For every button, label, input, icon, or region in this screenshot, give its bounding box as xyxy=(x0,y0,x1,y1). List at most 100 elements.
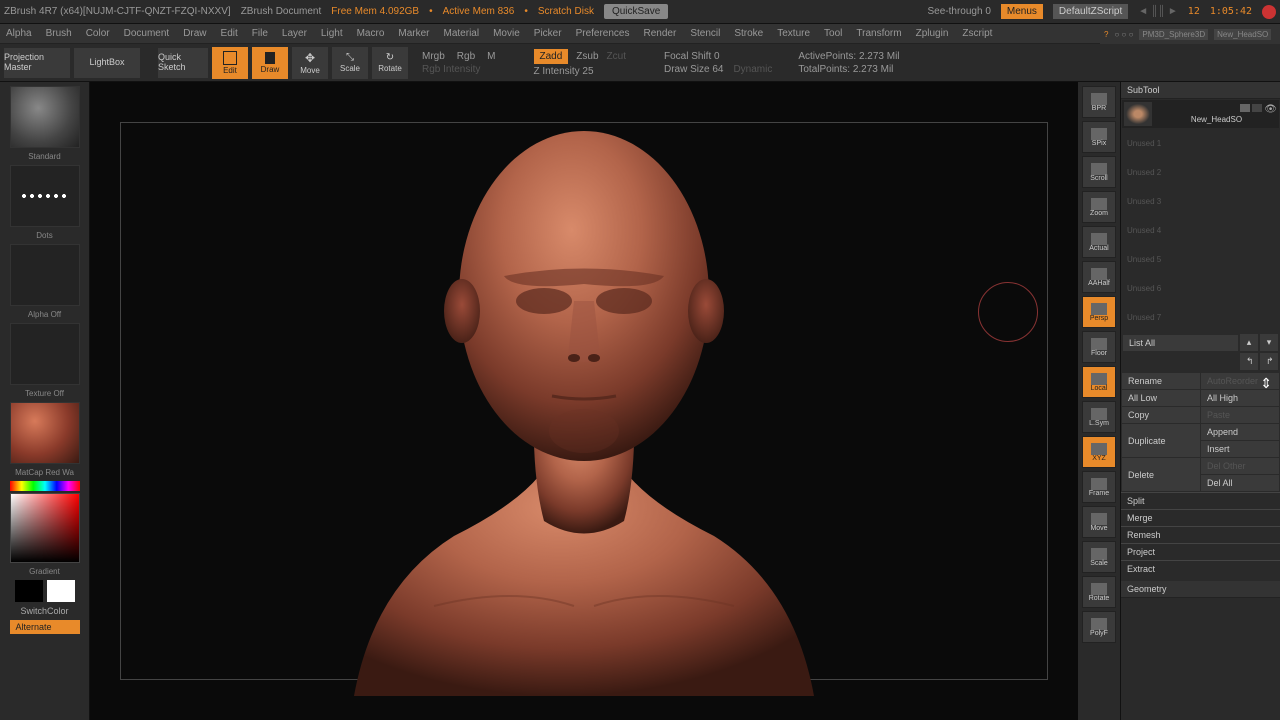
menu-picker[interactable]: Picker xyxy=(534,28,562,39)
menu-document[interactable]: Document xyxy=(124,28,170,39)
rotate-button[interactable]: Rotate xyxy=(1082,576,1116,608)
persp-button[interactable]: Persp xyxy=(1082,296,1116,328)
subtool-unused[interactable]: Unused 2 xyxy=(1121,158,1280,187)
copy-button[interactable]: Copy xyxy=(1122,407,1200,423)
subtool-unused[interactable]: Unused 1 xyxy=(1121,129,1280,158)
z-intensity-slider[interactable]: Z Intensity 25 xyxy=(534,66,626,77)
list-all-button[interactable]: List All xyxy=(1123,335,1238,351)
tool-tab-head[interactable]: New_HeadSO xyxy=(1214,29,1271,40)
extract-section[interactable]: Extract xyxy=(1121,560,1280,577)
sculpt-mesh[interactable] xyxy=(274,106,894,696)
texture-selector[interactable] xyxy=(10,323,80,385)
rgb-intensity[interactable]: Rgb Intensity xyxy=(422,64,496,75)
subtool-unused[interactable]: Unused 4 xyxy=(1121,216,1280,245)
menu-marker[interactable]: Marker xyxy=(398,28,429,39)
menu-preferences[interactable]: Preferences xyxy=(576,28,630,39)
arrow-up-icon[interactable]: ↰ xyxy=(1240,353,1258,370)
m-toggle[interactable]: M xyxy=(487,51,495,62)
project-section[interactable]: Project xyxy=(1121,543,1280,560)
quicksave-button[interactable]: QuickSave xyxy=(604,4,668,19)
menu-zplugin[interactable]: Zplugin xyxy=(916,28,949,39)
rename-button[interactable]: Rename xyxy=(1122,373,1200,389)
draw-button[interactable]: Draw xyxy=(252,47,288,79)
menu-stencil[interactable]: Stencil xyxy=(690,28,720,39)
menu-stroke[interactable]: Stroke xyxy=(734,28,763,39)
alpha-selector[interactable] xyxy=(10,244,80,306)
aahalf-button[interactable]: AAHalf xyxy=(1082,261,1116,293)
move-down-icon[interactable]: ▾ xyxy=(1260,334,1278,351)
menu-zscript[interactable]: Zscript xyxy=(962,28,992,39)
scale-button[interactable]: ⤡Scale xyxy=(332,47,368,79)
mrgb-toggle[interactable]: Mrgb xyxy=(422,51,445,62)
lsym-button[interactable]: L.Sym xyxy=(1082,401,1116,433)
subtool-header[interactable]: SubTool xyxy=(1121,82,1280,99)
split-section[interactable]: Split xyxy=(1121,492,1280,509)
hue-bar[interactable] xyxy=(10,481,80,491)
stroke-selector[interactable] xyxy=(10,165,80,227)
append-button[interactable]: Append xyxy=(1201,424,1279,440)
menu-macro[interactable]: Macro xyxy=(357,28,385,39)
menus-button[interactable]: Menus xyxy=(1001,4,1043,19)
remesh-section[interactable]: Remesh xyxy=(1121,526,1280,543)
actual-button[interactable]: Actual xyxy=(1082,226,1116,258)
menu-color[interactable]: Color xyxy=(86,28,110,39)
menu-draw[interactable]: Draw xyxy=(183,28,206,39)
gradient-label[interactable]: Gradient xyxy=(27,565,62,578)
tool-tab-sphere[interactable]: PM3D_Sphere3D xyxy=(1139,29,1208,40)
scroll-button[interactable]: Scroll xyxy=(1082,156,1116,188)
brush-selector[interactable] xyxy=(10,86,80,148)
arrow-down-icon[interactable]: ↱ xyxy=(1260,353,1278,370)
bpr-button[interactable]: BPR xyxy=(1082,86,1116,118)
menu-layer[interactable]: Layer xyxy=(282,28,307,39)
floor-button[interactable]: Floor xyxy=(1082,331,1116,363)
edit-button[interactable]: Edit xyxy=(212,47,248,79)
menu-edit[interactable]: Edit xyxy=(221,28,238,39)
alternate-button[interactable]: Alternate xyxy=(10,620,80,634)
secondary-color-swatch[interactable] xyxy=(15,580,43,602)
subtool-unused[interactable]: Unused 6 xyxy=(1121,274,1280,303)
polyf-button[interactable]: PolyF xyxy=(1082,611,1116,643)
zscript-button[interactable]: DefaultZScript xyxy=(1053,4,1128,19)
move-button[interactable]: ✥Move xyxy=(292,47,328,79)
menu-texture[interactable]: Texture xyxy=(777,28,810,39)
paste-button[interactable]: Paste xyxy=(1201,407,1279,423)
see-through[interactable]: See-through 0 xyxy=(928,6,991,17)
rgb-toggle[interactable]: Rgb xyxy=(457,51,475,62)
del-other-button[interactable]: Del Other xyxy=(1201,458,1279,474)
subtool-unused[interactable]: Unused 3 xyxy=(1121,187,1280,216)
zcut-toggle[interactable]: Zcut xyxy=(607,51,626,62)
primary-color-swatch[interactable] xyxy=(47,580,75,602)
zsub-toggle[interactable]: Zsub xyxy=(576,51,598,62)
duplicate-button[interactable]: Duplicate xyxy=(1122,424,1200,457)
projection-master-button[interactable]: Projection Master xyxy=(4,48,70,78)
canvas-viewport[interactable] xyxy=(90,82,1078,720)
menu-movie[interactable]: Movie xyxy=(493,28,520,39)
frame-button[interactable]: Frame xyxy=(1082,471,1116,503)
menu-material[interactable]: Material xyxy=(444,28,480,39)
zoom-button[interactable]: Zoom xyxy=(1082,191,1116,223)
quick-sketch-button[interactable]: Quick Sketch xyxy=(158,48,208,78)
zadd-toggle[interactable]: Zadd xyxy=(534,49,569,64)
move-button[interactable]: Move xyxy=(1082,506,1116,538)
spix-button[interactable]: SPix xyxy=(1082,121,1116,153)
menu-alpha[interactable]: Alpha xyxy=(6,28,32,39)
geometry-header[interactable]: Geometry xyxy=(1121,581,1280,598)
subtool-unused[interactable]: Unused 7 xyxy=(1121,303,1280,332)
menu-transform[interactable]: Transform xyxy=(856,28,901,39)
eye-icon[interactable]: 👁 xyxy=(1264,104,1277,115)
move-up-icon[interactable]: ▴ xyxy=(1240,334,1258,351)
color-picker[interactable] xyxy=(10,493,80,563)
menu-light[interactable]: Light xyxy=(321,28,343,39)
rotate-button[interactable]: ↻Rotate xyxy=(372,47,408,79)
subtool-active[interactable]: 👁 New_HeadSO xyxy=(1122,100,1279,128)
scale-button[interactable]: Scale xyxy=(1082,541,1116,573)
lightbox-button[interactable]: LightBox xyxy=(74,48,140,78)
menu-render[interactable]: Render xyxy=(644,28,677,39)
insert-button[interactable]: Insert xyxy=(1201,441,1279,457)
record-icon[interactable] xyxy=(1262,5,1276,19)
menu-tool[interactable]: Tool xyxy=(824,28,842,39)
merge-section[interactable]: Merge xyxy=(1121,509,1280,526)
material-selector[interactable] xyxy=(10,402,80,464)
focal-shift-slider[interactable]: Focal Shift 0 xyxy=(664,51,772,62)
draw-size-slider[interactable]: Draw Size 64 xyxy=(664,64,723,75)
